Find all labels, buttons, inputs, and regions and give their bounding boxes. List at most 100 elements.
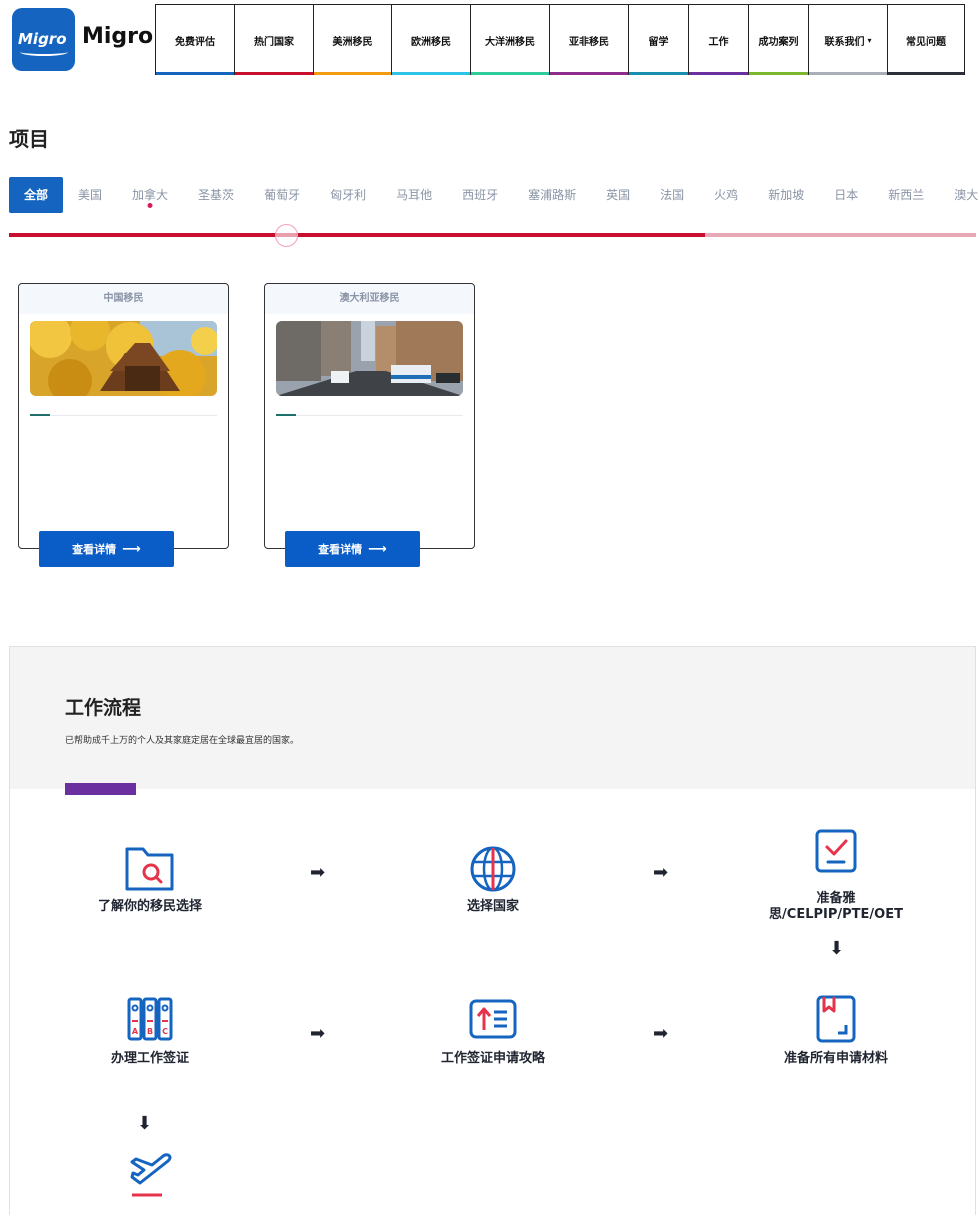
chevron-down-icon: ▾	[867, 35, 872, 45]
svg-text:B: B	[147, 1027, 153, 1036]
arrow-right-icon: ⟶	[122, 541, 141, 557]
nav-item-5[interactable]: 亚非移民	[549, 4, 628, 75]
filter-tab-10[interactable]: 法国	[645, 177, 699, 213]
logo-text: Migro	[18, 30, 67, 48]
nav-item-underline	[392, 72, 470, 75]
card-title: 中国移民	[19, 284, 228, 314]
nav-item-0[interactable]: 免费评估	[155, 4, 234, 75]
filter-tab-4[interactable]: 葡萄牙	[249, 177, 315, 213]
folder-search-icon	[120, 843, 180, 895]
workflow-subtitle: 已帮助成千上万的个人及其家庭定居在全球最宜居的国家。	[65, 736, 300, 746]
logo[interactable]: Migro	[12, 8, 75, 71]
arrow-down-icon: ⬇	[829, 938, 845, 959]
svg-text:C: C	[162, 1027, 168, 1036]
workflow-step-4: 准备所有申请材料	[736, 995, 936, 1067]
nav-item-underline	[550, 72, 628, 75]
project-card-china[interactable]: 中国移民	[18, 283, 229, 549]
nav-item-label: 热门国家	[254, 36, 294, 48]
logo-swoosh-icon	[20, 48, 68, 56]
workflow-step-6: A B C 办理工作签证	[50, 995, 250, 1067]
nav-item-3[interactable]: 欧洲移民	[391, 4, 470, 75]
upload-list-icon	[463, 995, 523, 1047]
nav-item-4[interactable]: 大洋洲移民	[470, 4, 549, 75]
globe-icon	[463, 843, 523, 895]
carousel-drag-handle[interactable]	[275, 224, 298, 247]
nav-item-9[interactable]: 联系我们 ▾	[808, 4, 887, 75]
view-details-button-china[interactable]: 查看详情 ⟶	[39, 531, 174, 567]
workflow-section: 工作流程 已帮助成千上万的个人及其家庭定居在全球最宜居的国家。 了解你的移民选择…	[9, 646, 976, 1215]
workflow-accent-bar	[65, 783, 136, 795]
filter-tab-13[interactable]: 日本	[819, 177, 873, 213]
workflow-step-5: 工作签证申请攻略	[393, 995, 593, 1067]
filter-tab-12[interactable]: 新加坡	[753, 177, 819, 213]
carousel-scrollbar[interactable]	[9, 233, 976, 237]
workflow-step-7	[50, 1147, 250, 1199]
filter-tab-label: 法国	[660, 188, 685, 202]
nav-item-7[interactable]: 工作	[688, 4, 748, 75]
arrow-right-icon: ➡	[310, 862, 326, 883]
arrow-right-icon: ➡	[310, 1023, 326, 1044]
filter-tab-label: 加拿大	[132, 188, 169, 202]
filter-tab-0[interactable]: 全部	[9, 177, 64, 213]
filter-tab-14[interactable]: 新西兰	[873, 177, 939, 213]
projects-title: 项目	[9, 127, 49, 151]
nav-item-underline	[689, 72, 748, 75]
filter-tab-3[interactable]: 圣基茨	[183, 177, 249, 213]
carousel-scrollbar-progress	[9, 233, 706, 237]
arrow-right-icon: ➡	[653, 1023, 669, 1044]
view-details-button-australia[interactable]: 查看详情 ⟶	[285, 531, 420, 567]
nav-item-10[interactable]: 常见问题	[887, 4, 965, 75]
flight-departure-icon	[120, 1147, 180, 1199]
workflow-step-label: 选择国家	[466, 899, 519, 914]
nav-item-underline	[314, 72, 391, 75]
arrow-right-icon: ➡	[653, 862, 669, 883]
nav-item-2[interactable]: 美洲移民	[313, 4, 391, 75]
filter-tab-6[interactable]: 马耳他	[381, 177, 447, 213]
nav-item-label: 常见问题	[906, 36, 946, 48]
nav-item-underline	[156, 72, 234, 75]
nav-item-label: 联系我们	[824, 36, 865, 48]
filter-tab-label: 塞浦路斯	[528, 188, 577, 202]
nav-item-label: 免费评估	[175, 36, 215, 48]
nav-item-label: 成功案列	[758, 36, 799, 48]
nav-item-underline	[749, 72, 808, 75]
card-divider	[30, 415, 217, 416]
card-title: 澳大利亚移民	[265, 284, 474, 314]
arrow-down-icon: ⬇	[137, 1113, 153, 1134]
filter-tab-label: 澳大	[954, 188, 979, 202]
filter-tab-label: 葡萄牙	[264, 188, 301, 202]
nav-item-underline	[235, 72, 313, 75]
filter-tab-11[interactable]: 火鸡	[699, 177, 753, 213]
workflow-step-label: 办理工作签证	[110, 1051, 189, 1066]
filter-tab-label: 圣基茨	[198, 188, 235, 202]
filter-tab-7[interactable]: 西班牙	[447, 177, 513, 213]
filter-tab-label: 新加坡	[768, 188, 805, 202]
svg-text:A: A	[132, 1027, 139, 1036]
checklist-icon	[806, 827, 866, 879]
filter-tab-1[interactable]: 美国	[63, 177, 117, 213]
filter-tab-label: 日本	[834, 188, 859, 202]
view-details-label: 查看详情	[72, 543, 117, 556]
filter-tab-5[interactable]: 匈牙利	[315, 177, 381, 213]
workflow-step-label: 准备所有申请材料	[783, 1051, 888, 1066]
nav-item-label: 美洲移民	[332, 36, 373, 48]
filter-tab-2[interactable]: 加拿大	[117, 177, 183, 213]
workflow-header	[10, 647, 975, 789]
project-card-australia[interactable]: 澳大利亚移民	[264, 283, 475, 549]
bookmark-document-icon	[806, 995, 866, 1047]
nav-item-8[interactable]: 成功案列	[748, 4, 808, 75]
card-divider-accent	[30, 414, 50, 416]
filter-tab-8[interactable]: 塞浦路斯	[513, 177, 591, 213]
filter-tab-15[interactable]: 澳大	[939, 177, 979, 213]
view-details-label: 查看详情	[318, 543, 363, 556]
filter-tab-9[interactable]: 英国	[591, 177, 645, 213]
filter-tab-label: 西班牙	[462, 188, 499, 202]
nav-item-label: 亚非移民	[569, 36, 609, 48]
nav-item-6[interactable]: 留学	[628, 4, 688, 75]
nav-item-1[interactable]: 热门国家	[234, 4, 313, 75]
filter-tab-label: 马耳他	[396, 188, 433, 202]
workflow-title: 工作流程	[65, 697, 142, 719]
card-image-ginkgo-pagoda	[30, 321, 217, 396]
card-divider-accent	[276, 414, 296, 416]
brand-name[interactable]: Migro	[82, 24, 153, 49]
